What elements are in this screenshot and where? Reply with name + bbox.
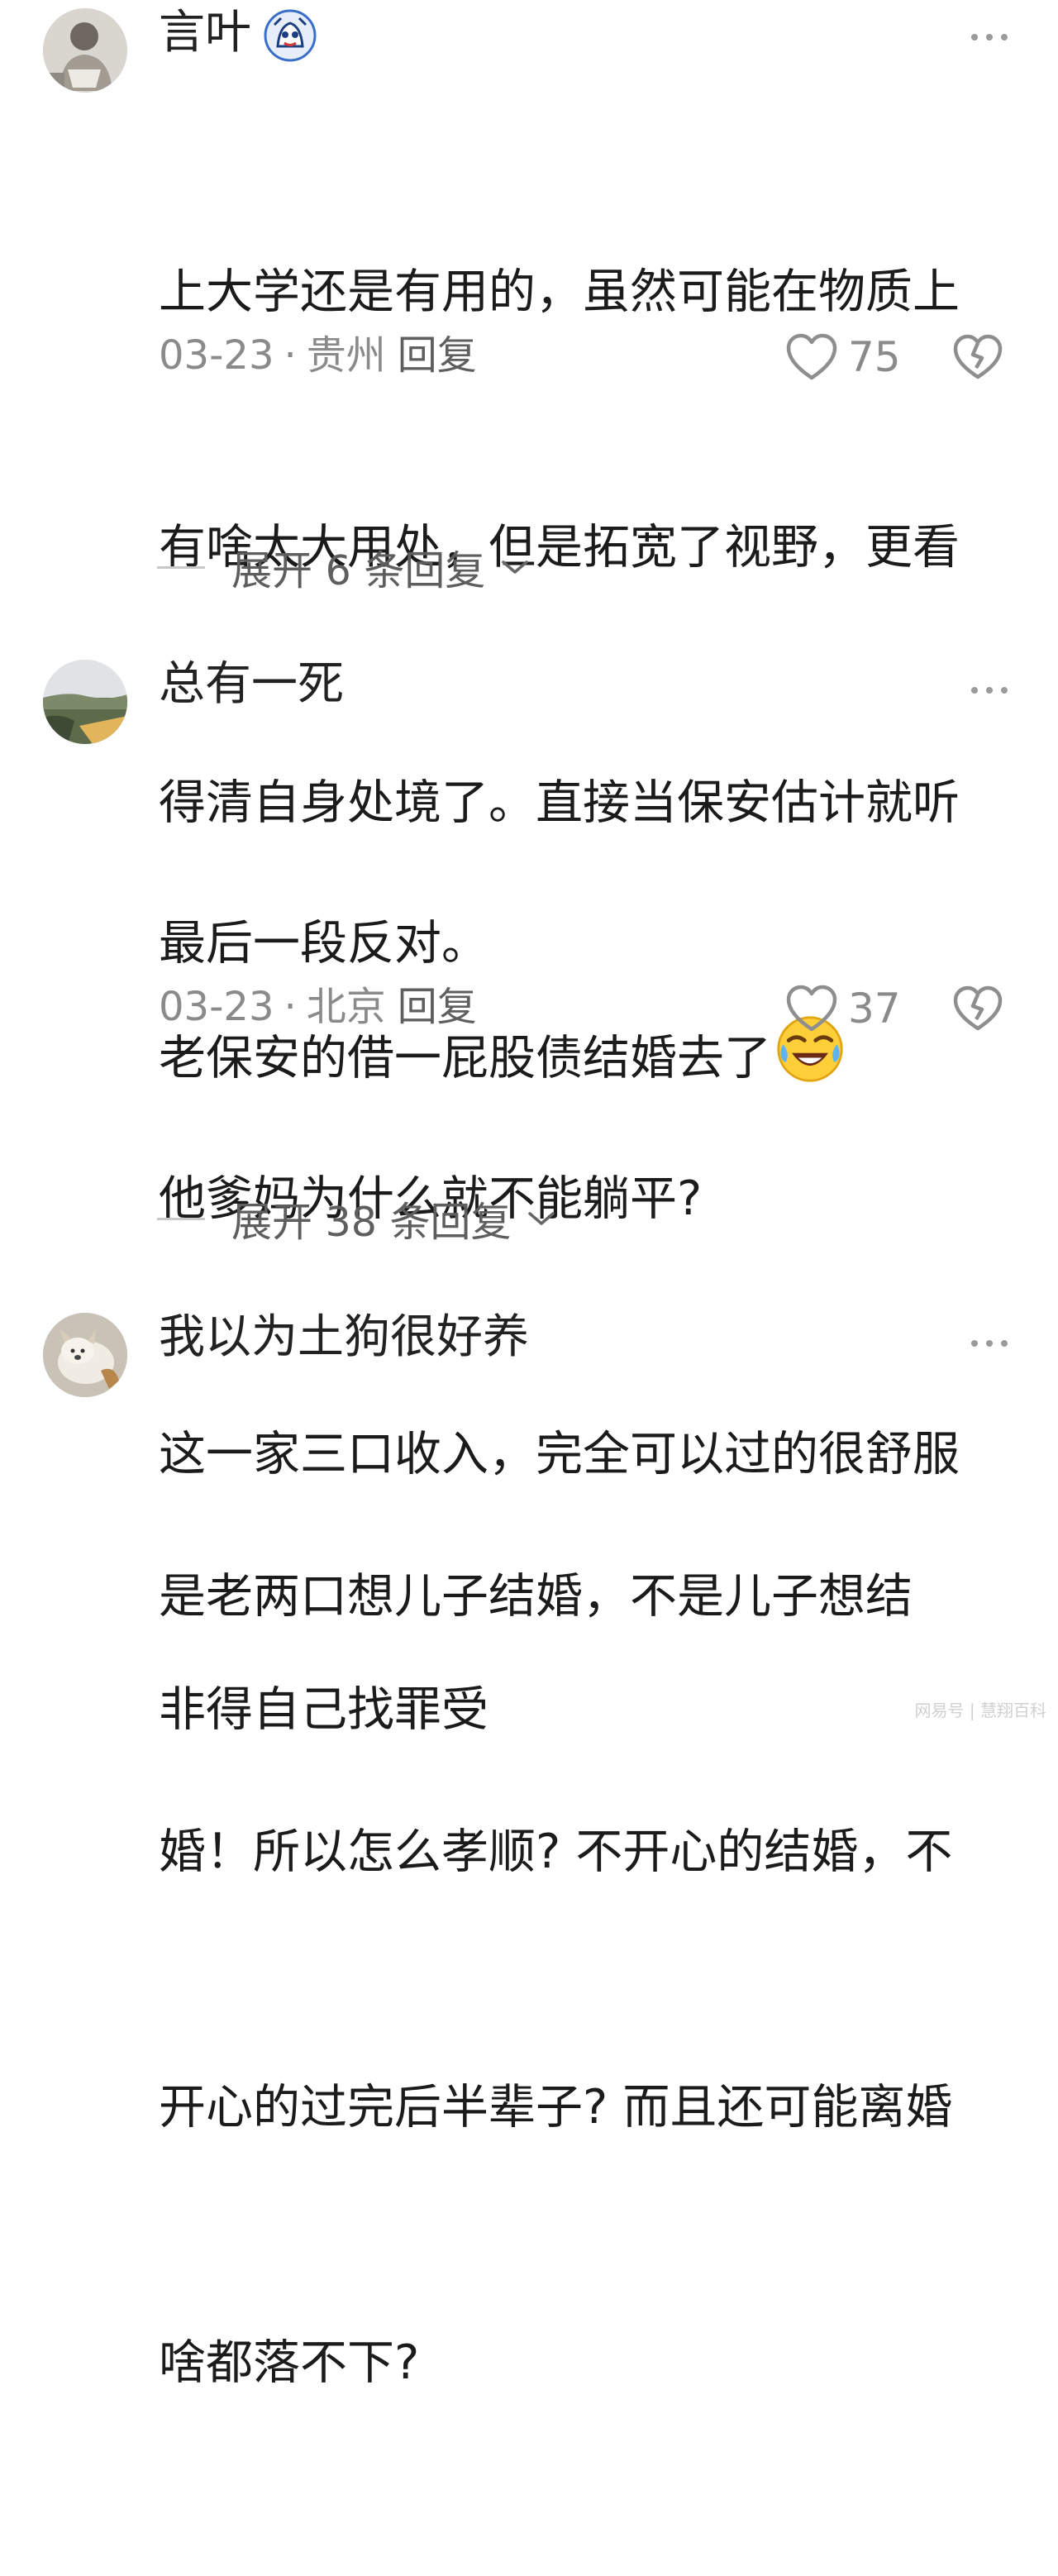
username[interactable]: 我以为土狗很好养 — [159, 1311, 529, 1364]
comment-text: 是老两口想儿子结婚，不是儿子想结 婚！所以怎么孝顺? 不开心的结婚，不 开心的过… — [159, 1384, 1035, 2576]
separator-dot: · — [284, 332, 297, 379]
username[interactable]: 总有一死 — [159, 658, 344, 711]
comment-line: 啥都落不下? — [159, 2335, 420, 2390]
like-count: 37 — [848, 985, 901, 1033]
comment-card: 总有一死 最后一段反对。 他爹妈为什么就不能躺平? 这一家三口收入，完全可以过的… — [0, 637, 1058, 1737]
like-button[interactable]: 37 — [785, 984, 901, 1033]
comment-date: 03-23 — [159, 984, 274, 1030]
username-text[interactable]: 总有一死 — [159, 657, 344, 711]
expand-replies-label[interactable]: 展开 6 条回复 — [231, 538, 485, 597]
more-options-icon[interactable] — [969, 1335, 1010, 1352]
separator-dot: · — [284, 984, 297, 1030]
comment-card: 我以为土狗很好养 是老两口想儿子结婚，不是儿子想结 婚！所以怎么孝顺? 不开心的… — [0, 1290, 1058, 2390]
broken-heart-icon — [953, 334, 1003, 379]
username-text[interactable]: 言叶 — [159, 6, 251, 60]
comment-meta: 03-23 · 北京 回复 — [159, 982, 477, 1032]
comment-line: 最后一段反对。 — [159, 916, 488, 971]
user-avatar[interactable] — [43, 8, 127, 93]
username[interactable]: 言叶 — [159, 7, 317, 63]
comment-line: 是老两口想儿子结婚，不是儿子想结 — [159, 1569, 913, 1624]
more-options-icon[interactable] — [969, 29, 1010, 45]
heart-icon — [786, 333, 837, 380]
comment-line: 开心的过完后半辈子? 而且还可能离婚 — [159, 2080, 953, 2135]
expand-rule — [157, 565, 205, 569]
expand-replies-button[interactable]: 展开 38 条回复 — [157, 1194, 556, 1246]
expand-replies-button[interactable]: 展开 6 条回复 — [157, 542, 530, 594]
avatar-image — [43, 660, 127, 744]
expand-replies-label[interactable]: 展开 38 条回复 — [231, 1190, 512, 1248]
comment-date: 03-23 — [159, 332, 274, 379]
like-button[interactable]: 75 — [785, 332, 901, 382]
username-text[interactable]: 我以为土狗很好养 — [159, 1310, 529, 1364]
comment-card: 言叶 上大学还是有用的，虽然可能在物质上 有啥太大用处，但是拓宽了视野，更看 得… — [0, 0, 1058, 1085]
user-avatar[interactable] — [43, 660, 127, 744]
like-count: 75 — [848, 333, 901, 381]
comment-meta: 03-23 · 贵州 回复 — [159, 331, 477, 380]
reply-button[interactable]: 回复 — [398, 332, 477, 379]
comment-location: 北京 — [306, 984, 386, 1030]
heart-icon — [786, 985, 837, 1032]
reply-button[interactable]: 回复 — [398, 984, 477, 1030]
chevron-down-icon — [527, 1212, 555, 1225]
expand-rule — [157, 1217, 205, 1220]
chevron-down-icon — [502, 561, 529, 574]
dislike-button[interactable] — [951, 980, 1005, 1035]
more-options-icon[interactable] — [969, 682, 1010, 699]
dislike-button[interactable] — [951, 329, 1005, 384]
comment-line: 上大学还是有用的，虽然可能在物质上 — [159, 265, 960, 319]
avatar-image — [43, 1313, 127, 1397]
comment-location: 贵州 — [306, 332, 386, 379]
avatar-image — [43, 8, 127, 93]
watermark: 网易号 | 慧翔百科 — [914, 1701, 1046, 1720]
user-badge-icon — [263, 8, 317, 63]
comment-line: 婚！所以怎么孝顺? 不开心的结婚，不 — [159, 1825, 953, 1879]
user-avatar[interactable] — [43, 1313, 127, 1397]
broken-heart-icon — [953, 985, 1003, 1031]
